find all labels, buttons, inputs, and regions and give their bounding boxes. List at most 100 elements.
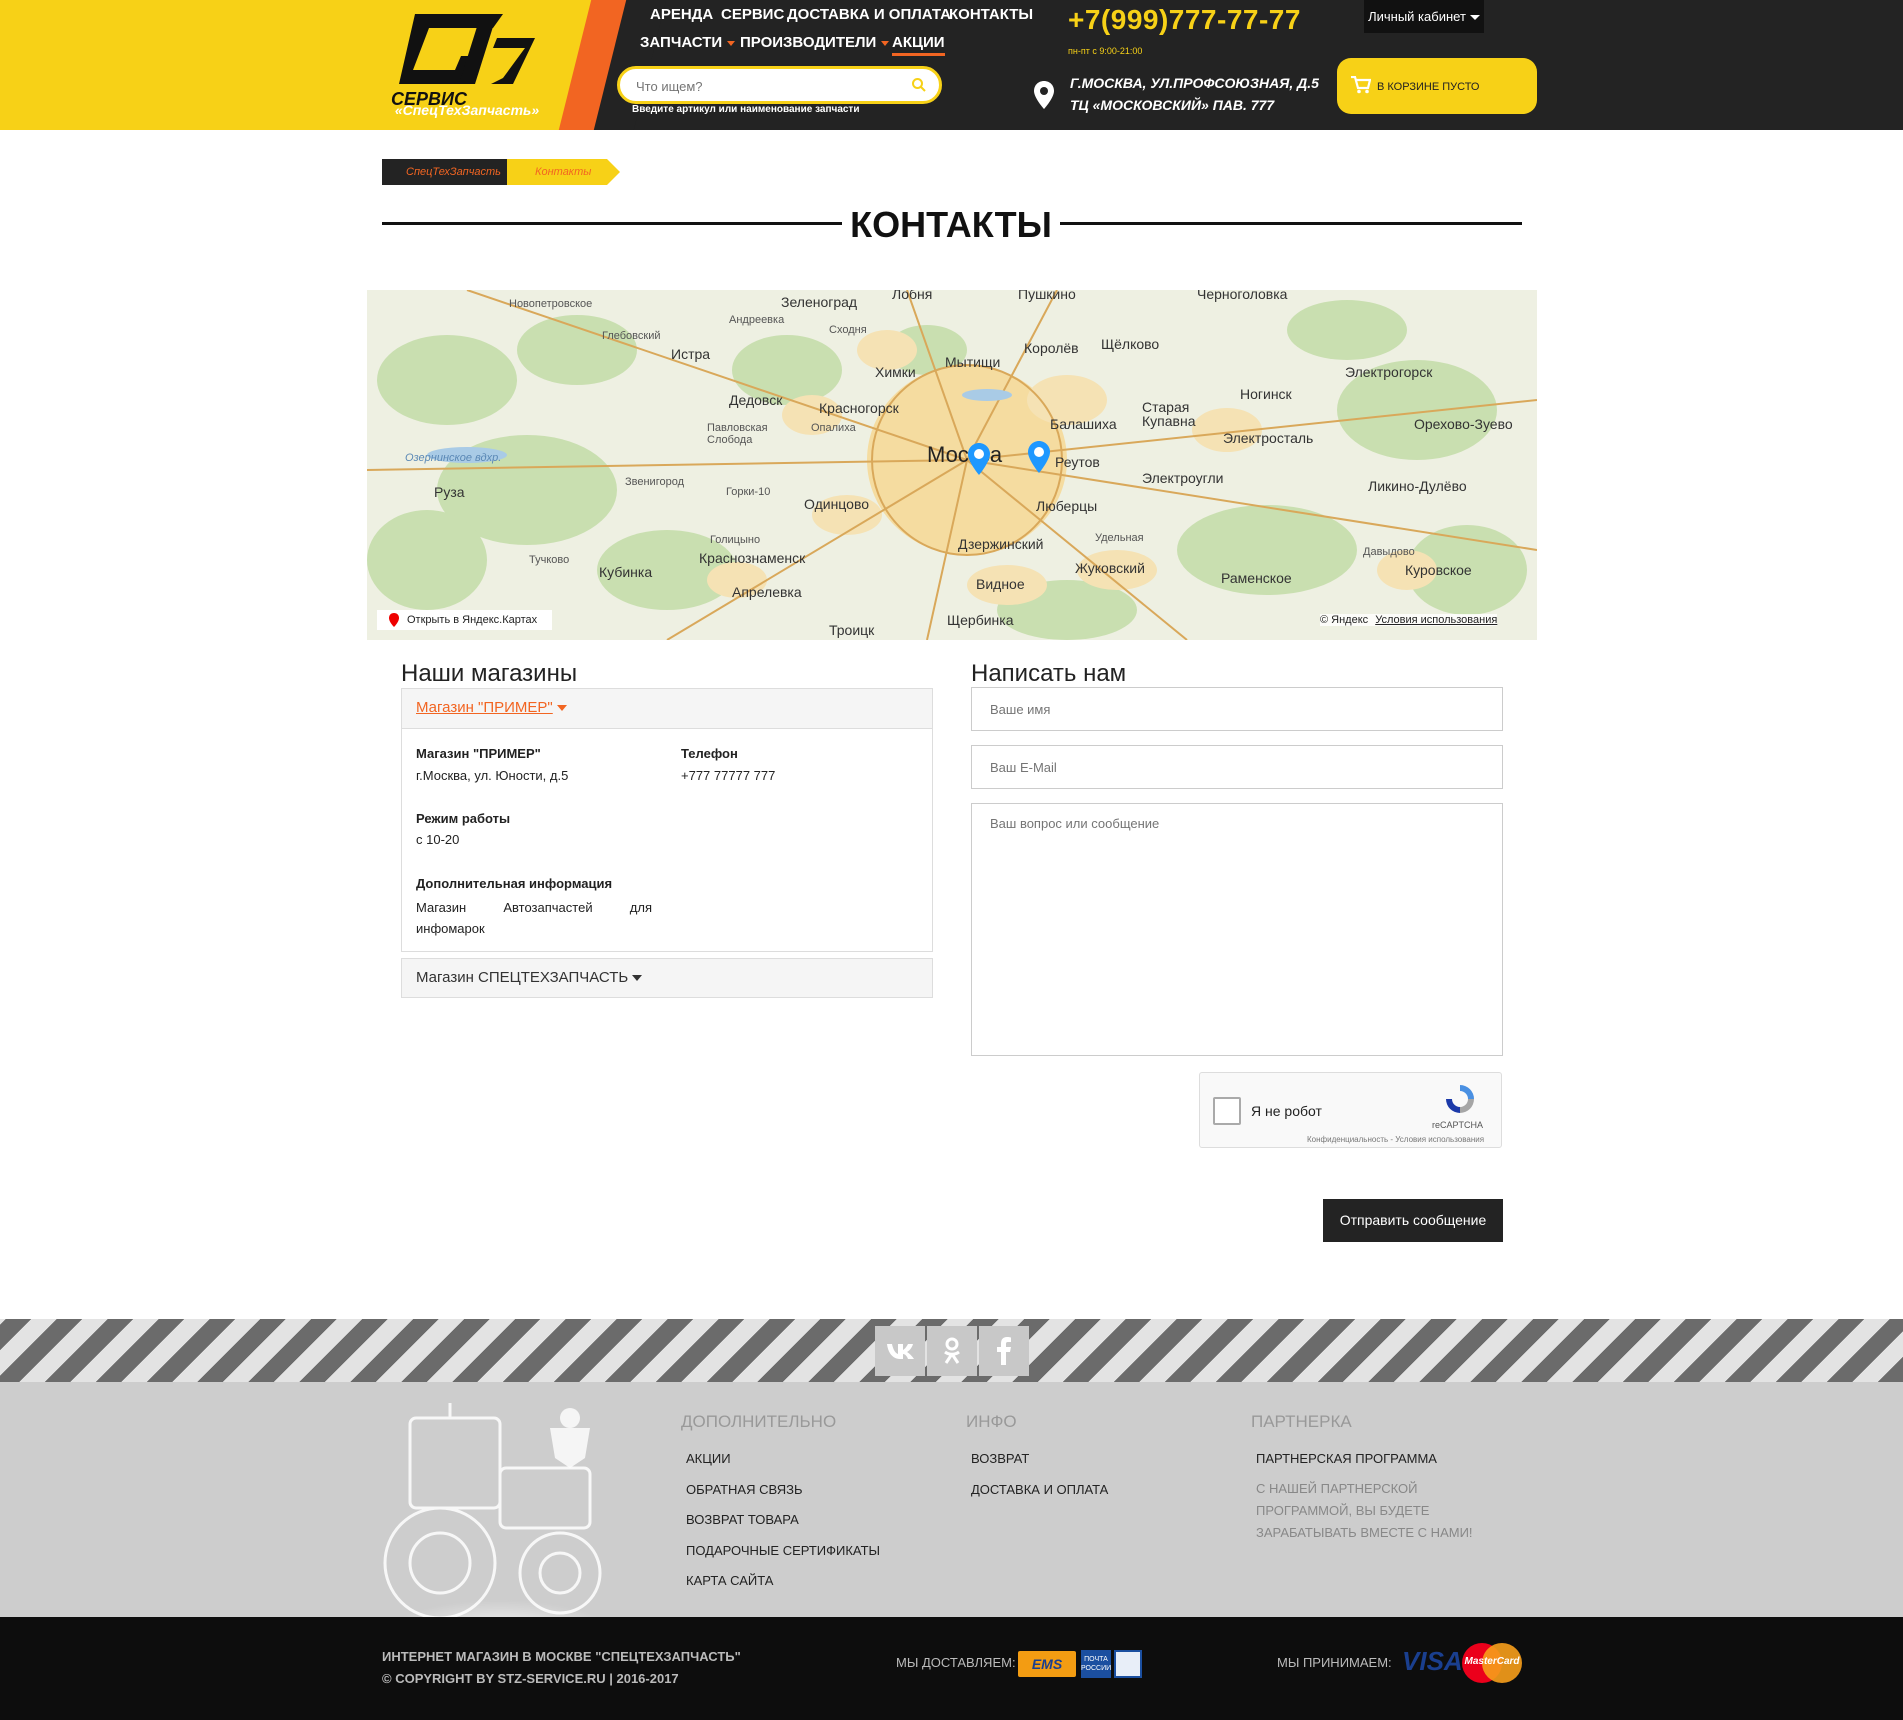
odnoklassniki-icon[interactable] bbox=[927, 1326, 977, 1376]
nav-delivery[interactable]: ДОСТАВКА И ОПЛАТА bbox=[787, 6, 951, 23]
store-name: Магазин "ПРИМЕР" bbox=[416, 746, 541, 761]
chevron-down-icon bbox=[632, 975, 643, 982]
store-info-label: Дополнительная информация bbox=[416, 876, 613, 891]
store-toggle-label: Магазин СПЕЦТЕХЗАПЧАСТЬ bbox=[416, 969, 629, 986]
tractor-illustration-icon bbox=[380, 1403, 620, 1638]
map-label: Ногинск bbox=[1240, 386, 1292, 402]
mastercard-logo-icon: MasterCard bbox=[1462, 1643, 1522, 1683]
footer-heading-extra: ДОПОЛНИТЕЛЬНО bbox=[681, 1412, 837, 1431]
footer-link[interactable]: ДОСТАВКА И ОПЛАТА bbox=[971, 1482, 1108, 1497]
map-label: Жуковский bbox=[1075, 560, 1145, 576]
chevron-down-icon bbox=[556, 705, 567, 712]
map-label: Черноголовка bbox=[1197, 290, 1288, 302]
map-marker-icon[interactable] bbox=[967, 442, 991, 476]
store-phone[interactable]: +777 77777 777 bbox=[681, 768, 775, 783]
footer-link[interactable]: АКЦИИ bbox=[686, 1451, 731, 1466]
map-label: Павловская Слобода bbox=[707, 422, 768, 446]
map-label: Щёлково bbox=[1101, 336, 1160, 352]
map-label: Мытищи bbox=[945, 354, 1001, 370]
map-terms-link[interactable]: Условия использования bbox=[1375, 614, 1497, 626]
map-label: Химки bbox=[875, 364, 916, 380]
nav-contacts[interactable]: КОНТАКТЫ bbox=[949, 6, 1033, 23]
yandex-pin-icon bbox=[389, 613, 399, 627]
post-emblem-icon bbox=[1114, 1650, 1142, 1678]
map-label: Лобня bbox=[892, 290, 933, 302]
nav-rent[interactable]: АРЕНДА bbox=[650, 6, 713, 23]
nav-service[interactable]: СЕРВИС bbox=[721, 6, 784, 23]
store-toggle-stz[interactable]: Магазин СПЕЦТЕХЗАПЧАСТЬ bbox=[416, 969, 643, 986]
map-label: Раменское bbox=[1221, 570, 1292, 586]
search-box bbox=[617, 66, 942, 104]
nav-promo[interactable]: АКЦИИ bbox=[892, 34, 945, 56]
footer-link[interactable]: ВОЗВРАТ ТОВАРА bbox=[686, 1512, 799, 1527]
map-label: Руза bbox=[434, 484, 465, 500]
nav-manufacturers[interactable]: ПРОИЗВОДИТЕЛИ bbox=[740, 34, 890, 51]
map-label: Зеленоград bbox=[781, 294, 858, 310]
map-label: Давыдово bbox=[1363, 546, 1415, 558]
map-label: Куровское bbox=[1405, 562, 1472, 578]
map-label: Сходня bbox=[829, 324, 867, 336]
map-label: Электроугли bbox=[1142, 470, 1224, 486]
search-hint: Введите артикул или наименование запчаст… bbox=[632, 104, 860, 115]
footer-heading-partner: ПАРТНЕРКА bbox=[1251, 1412, 1352, 1431]
footer-link[interactable]: ПАРТНЕРСКАЯ ПРОГРАММА bbox=[1256, 1451, 1437, 1466]
map-label: Видное bbox=[976, 576, 1025, 592]
map-label: Дзержинский bbox=[958, 536, 1044, 552]
cart-button[interactable]: В КОРЗИНЕ ПУСТО bbox=[1337, 58, 1537, 114]
map-label: Старая Купавна bbox=[1142, 399, 1196, 429]
map-label: Истра bbox=[671, 346, 711, 362]
footer-link[interactable]: ВОЗВРАТ bbox=[971, 1451, 1029, 1466]
search-input[interactable] bbox=[636, 76, 896, 96]
header-phone[interactable]: +7(999)777-77-77 bbox=[1068, 4, 1301, 36]
footer-link[interactable]: ОБРАТНАЯ СВЯЗЬ bbox=[686, 1482, 803, 1497]
map-label: Тучково bbox=[529, 554, 570, 566]
message-field[interactable] bbox=[971, 803, 1503, 1056]
breadcrumb-home[interactable]: СпецТехЗапчасть bbox=[382, 159, 520, 185]
map-label: Кубинка bbox=[599, 564, 653, 580]
account-label: Личный кабинет bbox=[1368, 9, 1466, 24]
vk-icon[interactable] bbox=[875, 1326, 925, 1376]
chevron-down-icon bbox=[727, 40, 736, 46]
account-menu[interactable]: Личный кабинет bbox=[1364, 0, 1484, 33]
breadcrumb-current: Контакты bbox=[507, 159, 620, 185]
recaptcha-checkbox[interactable] bbox=[1213, 1097, 1241, 1125]
open-in-yandex-link[interactable]: Открыть в Яндекс.Картах bbox=[377, 610, 552, 630]
map-label: Пушкино bbox=[1018, 290, 1076, 302]
chevron-down-icon bbox=[1469, 15, 1480, 21]
yandex-map[interactable]: Зеленоград Лобня Пушкино Черноголовка Но… bbox=[367, 290, 1537, 640]
map-label: Глебовский bbox=[602, 330, 661, 342]
visa-logo-icon: VISA bbox=[1402, 1646, 1463, 1676]
cart-status: В КОРЗИНЕ ПУСТО bbox=[1377, 81, 1480, 93]
map-label: Орехово-Зуево bbox=[1414, 416, 1513, 432]
map-marker-icon[interactable] bbox=[1027, 440, 1051, 474]
footer-copyright: © COPYRIGHT BY STZ-SERVICE.RU | 2016-201… bbox=[382, 1671, 679, 1686]
send-message-button[interactable]: Отправить сообщение bbox=[1323, 1199, 1503, 1242]
page-title: КОНТАКТЫ bbox=[850, 204, 1052, 245]
map-label: Дедовск bbox=[729, 392, 783, 408]
footer-link[interactable]: ПОДАРОЧНЫЕ СЕРТИФИКАТЫ bbox=[686, 1543, 880, 1558]
map-label: Одинцово bbox=[804, 496, 870, 512]
map-label: Ликино-Дулёво bbox=[1368, 478, 1467, 494]
map-label: Звенигород bbox=[625, 476, 685, 488]
stores-heading: Наши магазины bbox=[401, 660, 578, 687]
header-address: Г.МОСКВА, УЛ.ПРОФСОЮЗНАЯ, Д.5 ТЦ «МОСКОВ… bbox=[1070, 72, 1319, 116]
email-field[interactable] bbox=[971, 745, 1503, 789]
footer-links-area bbox=[0, 1382, 1903, 1617]
address-line: Г.МОСКВА, УЛ.ПРОФСОЮЗНАЯ, Д.5 bbox=[1070, 75, 1319, 91]
map-copyright-text: © Яндекс bbox=[1320, 614, 1369, 626]
facebook-icon[interactable] bbox=[979, 1326, 1029, 1376]
location-pin-icon bbox=[1034, 81, 1054, 109]
logo-subtitle: «СпецТехЗапчасть» bbox=[394, 102, 540, 118]
recaptcha-privacy-terms[interactable]: Конфиденциальность - Условия использован… bbox=[1307, 1135, 1484, 1144]
title-rule bbox=[382, 222, 842, 225]
nav-manufacturers-label: ПРОИЗВОДИТЕЛИ bbox=[740, 34, 877, 51]
store-toggle-primer[interactable]: Магазин "ПРИМЕР" bbox=[416, 699, 567, 716]
nav-parts[interactable]: ЗАПЧАСТИ bbox=[640, 34, 736, 51]
title-rule bbox=[1060, 222, 1522, 225]
search-icon[interactable] bbox=[911, 77, 927, 93]
map-label: Реутов bbox=[1055, 454, 1100, 470]
delivery-label: МЫ ДОСТАВЛЯЕМ: bbox=[896, 1655, 1016, 1670]
name-field[interactable] bbox=[971, 687, 1503, 731]
mastercard-text: MasterCard bbox=[1464, 1656, 1520, 1667]
footer-link[interactable]: КАРТА САЙТА bbox=[686, 1573, 773, 1588]
